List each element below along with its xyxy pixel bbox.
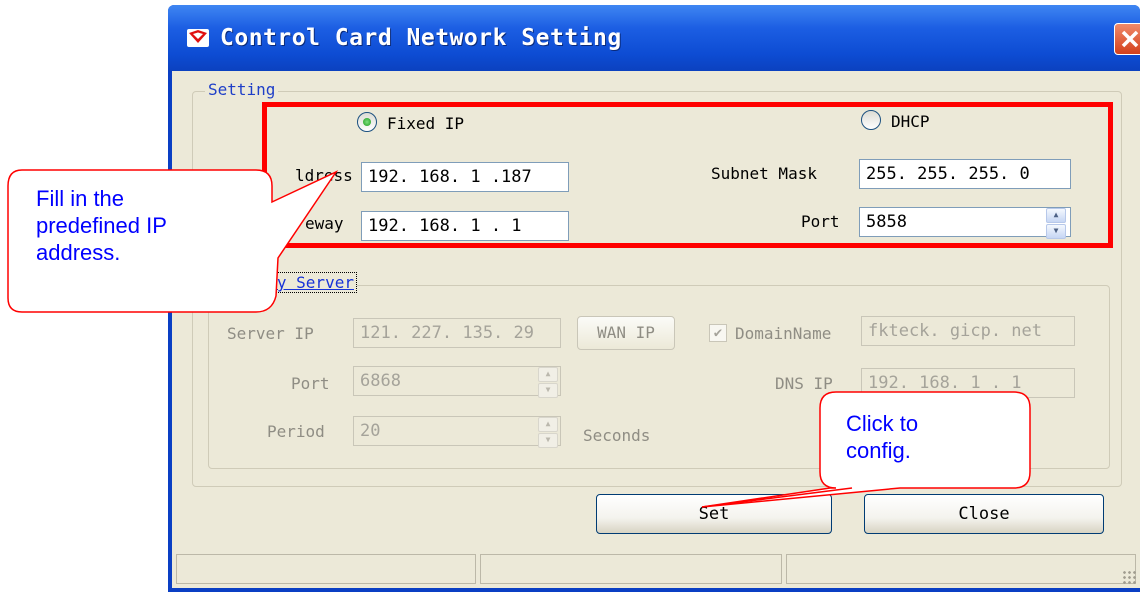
- callout-left-text: Fill in the predefined IP address.: [36, 185, 167, 266]
- callout-right-line: Click to: [846, 411, 919, 436]
- callout-shapes: [7, 169, 1031, 508]
- callout-left-line: predefined IP: [36, 213, 167, 238]
- callout-right-line: config.: [846, 438, 911, 463]
- callout-left-line: Fill in the: [36, 186, 125, 211]
- callout-left-line: address.: [36, 240, 121, 265]
- callout-right-text: Click to config.: [846, 410, 918, 464]
